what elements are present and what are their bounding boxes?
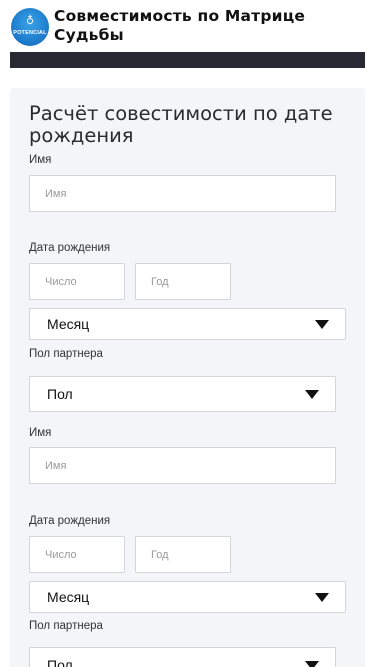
gender-value-2: Пол — [47, 657, 73, 667]
month-value-2: Месяц — [47, 589, 90, 605]
birth-month-select-2[interactable]: Месяц — [29, 581, 346, 613]
page-title: Совместимость по Матрице Судьбы — [54, 7, 306, 44]
gender-value-1: Пол — [47, 386, 73, 402]
month-value-1: Месяц — [47, 316, 90, 332]
site-logo[interactable]: ♁ POTENCIAL — [11, 8, 49, 46]
navigation-bar[interactable] — [10, 52, 365, 68]
name-input-1[interactable] — [29, 175, 336, 212]
gender-select-2[interactable]: Пол — [29, 647, 336, 667]
partner-gender-label-1: Пол партнера — [29, 348, 103, 360]
astrology-globe-icon: ♁ — [25, 14, 35, 27]
name-label-1: Имя — [29, 154, 52, 166]
birth-date-label-2: Дата рождения — [29, 515, 111, 527]
chevron-down-icon — [305, 661, 319, 667]
birth-date-label-1: Дата рождения — [29, 242, 111, 254]
name-input-2[interactable] — [29, 447, 336, 484]
site-header: ♁ POTENCIAL Совместимость по Матрице Суд… — [0, 0, 375, 52]
birth-year-input-1[interactable] — [135, 263, 231, 300]
chevron-down-icon — [315, 593, 329, 602]
gender-select-1[interactable]: Пол — [29, 376, 336, 412]
chevron-down-icon — [305, 390, 319, 399]
logo-text: POTENCIAL — [13, 30, 47, 36]
birth-day-input-2[interactable] — [29, 536, 125, 573]
partner-gender-label-2: Пол партнера — [29, 620, 103, 632]
birth-month-select-1[interactable]: Месяц — [29, 308, 346, 340]
compatibility-form: Расчёт совестимости по дате рождения Имя… — [10, 88, 365, 667]
name-label-2: Имя — [29, 427, 52, 439]
form-title: Расчёт совестимости по дате рождения — [29, 102, 333, 147]
chevron-down-icon — [315, 320, 329, 329]
birth-day-input-1[interactable] — [29, 263, 125, 300]
birth-year-input-2[interactable] — [135, 536, 231, 573]
